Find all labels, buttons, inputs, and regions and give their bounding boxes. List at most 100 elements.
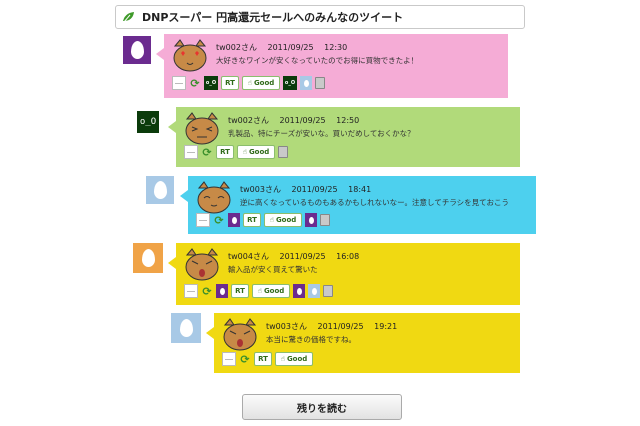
user-thumbnail-icon[interactable]: o_O — [204, 76, 218, 90]
good-button[interactable]: ☝ Good — [237, 145, 275, 159]
good-button[interactable]: ☝ Good — [275, 352, 313, 366]
user-avatar[interactable]: o_O — [137, 111, 159, 133]
good-label: Good — [248, 148, 270, 156]
tweet-text: 輸入品が安く買えて驚いた — [228, 265, 318, 274]
user-avatar[interactable] — [123, 36, 151, 64]
thumbs-up-icon: ☝ — [247, 79, 252, 87]
cat-squint-icon — [185, 112, 219, 145]
tweet-card: tw004さん 2011/09/25 16:08 輸入品が安く買えて驚いた ⟳ … — [168, 243, 520, 305]
egg-avatar-icon[interactable] — [216, 284, 228, 298]
user-avatar[interactable] — [133, 243, 163, 273]
thumbs-up-icon: ☝ — [280, 355, 285, 363]
tweet-text: 大好きなワインが安くなっていたのでお得に買物できたよ！ — [216, 56, 419, 65]
bubble-tail — [206, 327, 214, 339]
thumbs-up-icon: ☝ — [269, 216, 274, 224]
reply-icon[interactable] — [184, 284, 198, 298]
egg-avatar-icon[interactable] — [308, 284, 320, 298]
good-button[interactable]: ☝ Good — [242, 76, 280, 90]
trash-icon[interactable] — [278, 146, 288, 158]
tweet-time: 19:21 — [374, 322, 398, 331]
tweet-card: tw003さん 2011/09/25 18:41 逆に高くなっているものもあるか… — [180, 176, 536, 234]
tweet-actions: ⟳ RT ☝ Good — [184, 145, 288, 159]
cat-shocked-icon — [223, 318, 257, 351]
retweet-icon[interactable]: ⟳ — [201, 284, 213, 298]
bubble-tail — [168, 121, 176, 133]
egg-icon — [130, 41, 144, 59]
tweet-actions: ⟳ RT ☝ Good — [222, 352, 313, 366]
egg-icon — [141, 249, 155, 267]
rt-button[interactable]: RT — [221, 76, 239, 90]
user-thumbnail-icon[interactable]: o_O — [283, 76, 297, 90]
tweet-text: 本当に驚きの価格ですね。 — [266, 335, 356, 344]
cat-heart-eyes-icon — [173, 39, 207, 72]
leaf-icon — [123, 12, 134, 23]
tweet-user[interactable]: tw002さん — [216, 43, 257, 52]
tweet-card: tw002さん 2011/09/25 12:30 大好きなワインが安くなっていた… — [156, 34, 508, 98]
reply-icon[interactable] — [222, 352, 236, 366]
page-title: DNPスーパー 円高還元セールへのみんなのツイート — [142, 11, 404, 24]
tweet-date: 2011/09/25 — [267, 43, 314, 52]
egg-icon — [179, 319, 193, 337]
tweet-meta: tw003さん 2011/09/25 19:21 — [266, 321, 405, 332]
bubble-tail — [168, 257, 176, 269]
tweet-actions: ⟳ RT ☝ Good — [184, 284, 333, 298]
tweet-meta: tw002さん 2011/09/25 12:50 — [228, 115, 367, 126]
good-button[interactable]: ☝ Good — [252, 284, 290, 298]
rt-button[interactable]: RT — [231, 284, 249, 298]
rt-button[interactable]: RT — [254, 352, 272, 366]
egg-avatar-icon[interactable] — [293, 284, 305, 298]
reply-icon[interactable] — [196, 213, 210, 227]
bubble-tail — [180, 190, 188, 202]
avatar-label: o_O — [139, 117, 157, 127]
page-header: DNPスーパー 円高還元セールへのみんなのツイート — [115, 5, 525, 29]
good-button[interactable]: ☝ Good — [264, 213, 302, 227]
cat-shocked-icon — [185, 248, 219, 281]
retweet-icon[interactable]: ⟳ — [213, 213, 225, 227]
tweet-actions: ⟳ o_O RT ☝ Good o_O — [172, 76, 325, 90]
tweet-time: 12:50 — [336, 116, 360, 125]
user-avatar[interactable] — [146, 176, 174, 204]
tweet-date: 2011/09/25 — [279, 252, 326, 261]
trash-icon[interactable] — [320, 214, 330, 226]
tweet-user[interactable]: tw003さん — [266, 322, 307, 331]
read-more-button[interactable]: 残りを読む — [242, 394, 402, 420]
tweet-meta: tw002さん 2011/09/25 12:30 — [216, 42, 355, 53]
egg-avatar-icon[interactable] — [228, 213, 240, 227]
tweet-actions: ⟳ RT ☝ Good — [196, 213, 330, 227]
retweet-icon[interactable]: ⟳ — [201, 145, 213, 159]
good-label: Good — [253, 79, 275, 87]
tweet-date: 2011/09/25 — [317, 322, 364, 331]
tweet-time: 18:41 — [348, 185, 372, 194]
tweet-time: 16:08 — [336, 252, 360, 261]
bubble-tail — [156, 48, 164, 60]
tweet-text: 乳製品、特にチーズが安いな。買いだめしておくかな？ — [228, 129, 415, 138]
reply-icon[interactable] — [184, 145, 198, 159]
tweet-date: 2011/09/25 — [279, 116, 326, 125]
cat-sleepy-icon — [197, 181, 231, 214]
thumbs-up-icon: ☝ — [242, 148, 247, 156]
tweet-meta: tw004さん 2011/09/25 16:08 — [228, 251, 367, 262]
tweet-user[interactable]: tw003さん — [240, 185, 281, 194]
tweet-text: 逆に高くなっているものもあるかもしれないなー。注意してチラシを見ておこう — [240, 198, 509, 207]
tweet-card: tw002さん 2011/09/25 12:50 乳製品、特にチーズが安いな。買… — [168, 107, 520, 167]
egg-avatar-icon[interactable] — [300, 76, 312, 90]
reply-icon[interactable] — [172, 76, 186, 90]
tweet-user[interactable]: tw004さん — [228, 252, 269, 261]
tweet-card: tw003さん 2011/09/25 19:21 本当に驚きの価格ですね。 ⟳ … — [206, 313, 520, 373]
trash-icon[interactable] — [323, 285, 333, 297]
thumbs-up-icon: ☝ — [257, 287, 262, 295]
good-label: Good — [263, 287, 285, 295]
trash-icon[interactable] — [315, 77, 325, 89]
retweet-icon[interactable]: ⟳ — [189, 76, 201, 90]
rt-button[interactable]: RT — [216, 145, 234, 159]
tweet-user[interactable]: tw002さん — [228, 116, 269, 125]
good-label: Good — [275, 216, 297, 224]
user-avatar[interactable] — [171, 313, 201, 343]
tweet-date: 2011/09/25 — [291, 185, 338, 194]
rt-button[interactable]: RT — [243, 213, 261, 227]
egg-icon — [153, 181, 167, 199]
tweet-time: 12:30 — [324, 43, 348, 52]
tweet-meta: tw003さん 2011/09/25 18:41 — [240, 184, 379, 195]
retweet-icon[interactable]: ⟳ — [239, 352, 251, 366]
egg-avatar-icon[interactable] — [305, 213, 317, 227]
